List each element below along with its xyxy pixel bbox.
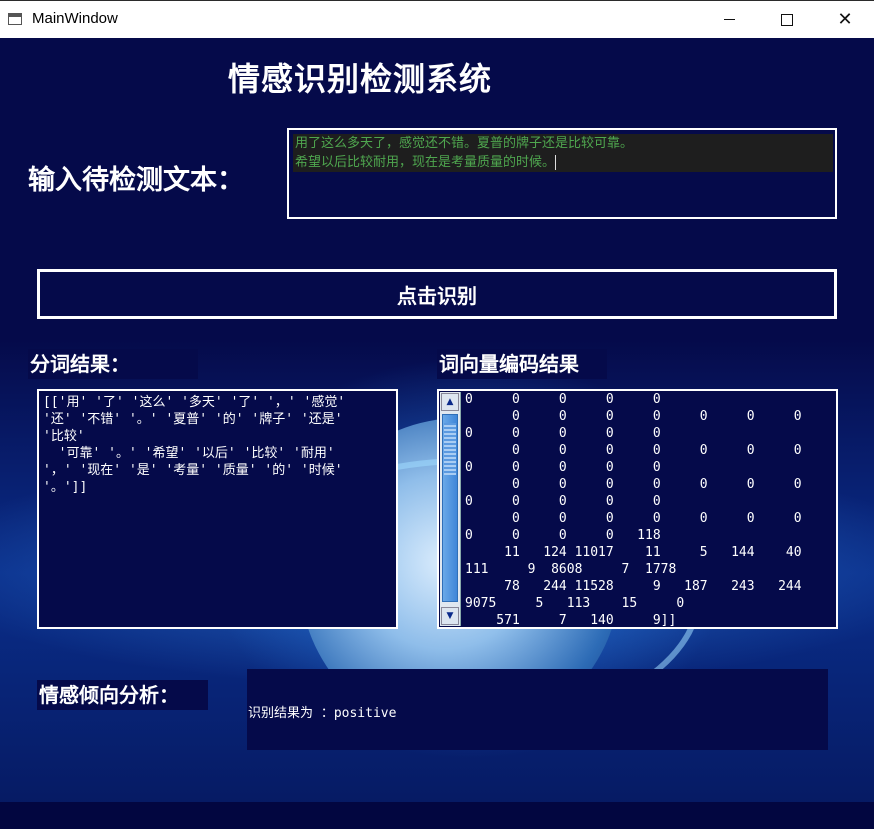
vector-scrollbar[interactable]: ▲ ▼ [440, 392, 461, 626]
main-window: MainWindow ✕ 情感识别检测系统 输入待检测文本： 用了这么多天了，感… [0, 0, 874, 829]
input-text-value: 用了这么多天了，感觉还不错。夏普的牌子还是比较可靠。 希望以后比较耐用，现在是考… [295, 136, 634, 170]
scroll-thumb[interactable] [442, 414, 458, 602]
text-input-area[interactable]: 用了这么多天了，感觉还不错。夏普的牌子还是比较可靠。 希望以后比较耐用，现在是考… [287, 128, 837, 219]
sentiment-result: 识别结果为 ：positive [248, 706, 397, 721]
vector-text: 0 0 0 0 0 0 0 0 0 0 0 0 0 0 0 0 0 0 0 0 … [465, 392, 802, 628]
segmentation-output[interactable]: [['用' '了' '这么' '多天' '了' '，' '感觉' '还' '不错… [37, 389, 398, 629]
client-area: 情感识别检测系统 输入待检测文本： 用了这么多天了，感觉还不错。夏普的牌子还是比… [0, 38, 874, 829]
text-caret [555, 155, 557, 170]
scroll-grip [444, 423, 456, 475]
scroll-down-icon[interactable]: ▼ [441, 607, 459, 625]
vector-output[interactable]: ▲ ▼ 0 0 0 0 0 0 0 0 0 0 0 0 0 0 0 0 0 0 … [437, 389, 838, 629]
close-button[interactable]: ✕ [816, 1, 874, 38]
bottom-strip [0, 802, 874, 829]
maximize-icon [781, 13, 793, 26]
sentiment-result-box: 识别结果为 ：positive [247, 669, 828, 750]
segmentation-text: [['用' '了' '这么' '多天' '了' '，' '感觉' '还' '不错… [43, 395, 346, 495]
window-title: MainWindow [32, 10, 118, 27]
page-title: 情感识别检测系统 [228, 60, 493, 98]
segmentation-label: 分词结果： [28, 349, 198, 379]
recognize-button[interactable]: 点击识别 [37, 269, 837, 319]
minimize-button[interactable] [700, 1, 758, 38]
vector-label: 词向量编码结果 [437, 349, 607, 379]
close-icon: ✕ [837, 8, 853, 30]
app-window-icon [8, 13, 22, 25]
sentiment-label: 情感倾向分析： [37, 680, 208, 710]
title-bar[interactable]: MainWindow ✕ [0, 0, 874, 38]
input-label: 输入待检测文本： [28, 165, 244, 196]
maximize-button[interactable] [758, 1, 816, 38]
scroll-up-icon[interactable]: ▲ [441, 393, 459, 411]
minimize-icon [723, 19, 735, 20]
